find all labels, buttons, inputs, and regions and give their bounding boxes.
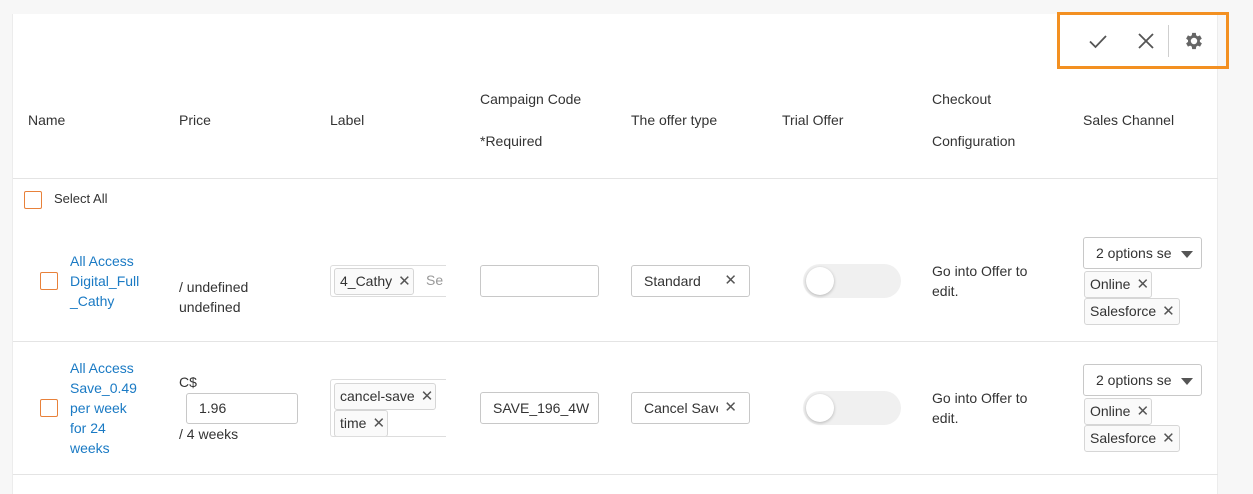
remove-tag-icon[interactable]: ✕	[1162, 426, 1175, 451]
check-icon	[1089, 35, 1107, 49]
sales-channel-tag: Salesforce ✕	[1084, 298, 1180, 325]
price-currency: C$	[179, 374, 197, 390]
row-divider	[13, 474, 1218, 475]
remove-tag-icon[interactable]: ✕	[1162, 299, 1175, 324]
column-header-price: Price	[179, 112, 211, 128]
column-header-trial-offer: Trial Offer	[782, 112, 844, 128]
offer-name-link[interactable]: All Access Digital_Full _Cathy	[70, 251, 139, 311]
offer-name-link[interactable]: All Access Save_0.49 per week for 24 wee…	[70, 358, 137, 458]
chevron-down-icon	[1181, 251, 1193, 258]
checkout-config-text: Go into Offer to edit.	[932, 390, 1028, 426]
label-tag: time ✕	[334, 410, 388, 436]
checkout-config-text: Go into Offer to edit.	[932, 263, 1028, 299]
row-checkbox[interactable]	[40, 399, 58, 417]
price-text: / undefined undefined	[179, 279, 249, 315]
price-input[interactable]: 1.96	[186, 393, 298, 424]
sales-channel-tag: Online ✕	[1084, 398, 1152, 425]
column-header-label: Label	[330, 112, 365, 128]
remove-tag-icon[interactable]: ✕	[421, 384, 434, 409]
column-header-checkout: Checkout	[932, 91, 992, 107]
label-tag: cancel-save ✕	[334, 383, 436, 410]
confirm-button[interactable]	[1084, 27, 1112, 55]
sales-channel-select[interactable]: 2 options se	[1083, 237, 1202, 269]
remove-tag-icon[interactable]: ✕	[372, 411, 385, 436]
label-multiselect[interactable]: cancel-save ✕ time ✕	[330, 379, 446, 437]
remove-tag-icon[interactable]: ✕	[1136, 399, 1149, 424]
price-period: / 4 weeks	[179, 426, 239, 442]
column-header-sales-channel: Sales Channel	[1083, 112, 1175, 128]
toolbar-divider	[1168, 25, 1169, 57]
settings-button[interactable]	[1180, 27, 1208, 55]
column-header-offer-type: The offer type	[631, 112, 718, 128]
clear-offer-type-icon[interactable]: ✕	[724, 266, 737, 296]
remove-tag-icon[interactable]: ✕	[398, 269, 411, 294]
sales-channel-tag: Online ✕	[1084, 271, 1152, 298]
offer-type-select[interactable]: Cancel Save ✕	[631, 392, 750, 424]
select-all-checkbox[interactable]	[24, 191, 42, 209]
remove-tag-icon[interactable]: ✕	[1136, 272, 1149, 297]
column-header-campaign-code: Campaign Code	[480, 91, 582, 107]
header-divider	[13, 178, 1218, 179]
row-divider	[13, 341, 1218, 342]
label-multiselect[interactable]: 4_Cathy ✕ Se	[330, 265, 446, 297]
column-header-campaign-required: *Required	[480, 133, 543, 149]
chevron-down-icon	[1181, 378, 1193, 385]
label-search-input[interactable]: Se	[426, 272, 443, 288]
trial-offer-toggle[interactable]	[803, 264, 901, 298]
clear-offer-type-icon[interactable]: ✕	[724, 393, 737, 423]
label-tag: 4_Cathy ✕	[334, 268, 414, 295]
campaign-code-input[interactable]	[480, 265, 599, 297]
column-header-checkout-configuration: Configuration	[932, 133, 1016, 149]
offer-type-select[interactable]: Standard ✕	[631, 265, 750, 297]
table-toolbar	[1057, 12, 1229, 69]
trial-offer-toggle[interactable]	[803, 391, 901, 425]
cancel-button[interactable]	[1132, 27, 1160, 55]
sales-channel-select[interactable]: 2 options se	[1083, 364, 1202, 396]
gear-icon	[1186, 32, 1202, 50]
close-icon	[1138, 33, 1154, 49]
sales-channel-tag: Salesforce ✕	[1084, 425, 1180, 452]
row-checkbox[interactable]	[40, 272, 58, 290]
campaign-code-input[interactable]: SAVE_196_4W	[480, 392, 599, 424]
select-all-label: Select All	[54, 191, 108, 206]
column-header-name: Name	[28, 112, 66, 128]
